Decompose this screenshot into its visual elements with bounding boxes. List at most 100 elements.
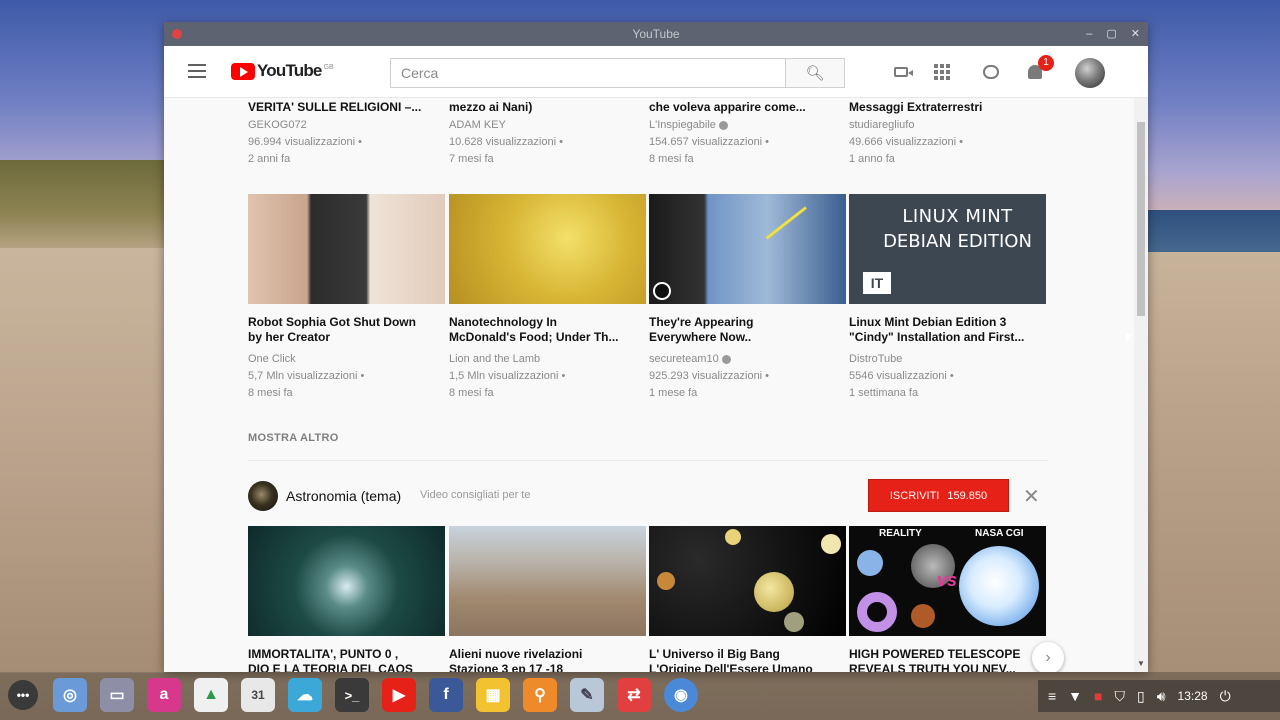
video-title-line[interactable]: HIGH POWERED TELESCOPE (849, 647, 1046, 662)
video-card[interactable]: Nanotechnology In McDonald's Food; Under… (449, 194, 646, 402)
editor-icon[interactable]: ✎ (570, 678, 604, 712)
shield-icon[interactable]: ⛉ (1115, 688, 1126, 705)
power-icon[interactable]: ⏻ (1220, 688, 1231, 705)
channel-name[interactable]: One Click (248, 351, 445, 368)
channel-name[interactable]: studiaregliufo (849, 117, 1046, 134)
window-titlebar[interactable]: YouTube – ▢ ✕ (164, 22, 1148, 46)
video-card[interactable]: mezzo ai Nani) ADAM KEY 10.628 visualizz… (449, 100, 646, 168)
wifi-icon[interactable]: ▼ (1068, 688, 1082, 704)
terminal-icon[interactable]: >_ (335, 678, 369, 712)
tray-menu-icon[interactable]: ≡ (1048, 688, 1056, 704)
video-title-line[interactable]: They're Appearing (649, 315, 846, 330)
video-thumbnail[interactable]: REALITY NASA CGI vs (849, 526, 1046, 636)
video-title-line[interactable]: McDonald's Food; Under Th... (449, 330, 646, 345)
video-title-line[interactable]: Nanotechnology In (449, 315, 646, 330)
video-title[interactable]: mezzo ai Nani) (449, 100, 646, 115)
channel-name[interactable]: ADAM KEY (449, 117, 646, 134)
facebook-icon[interactable]: f (429, 678, 463, 712)
video-title[interactable]: VERITA' SULLE RELIGIONI –... (248, 100, 445, 115)
video-title-line[interactable]: "Cindy" Installation and First... (849, 330, 1046, 345)
video-title-line[interactable]: Everywhere Now.. (649, 330, 846, 345)
video-title-line[interactable]: L'Origine Dell'Essere Umano (649, 662, 846, 672)
image-viewer-icon[interactable]: ▦ (476, 678, 510, 712)
maximize-icon[interactable]: ▢ (1106, 22, 1116, 46)
files-folder-icon[interactable]: ▭ (100, 678, 134, 712)
channel-name[interactable]: GEKOG072 (248, 117, 445, 134)
video-title-line[interactable]: Stazione 3 ep 17 -18 (449, 662, 646, 672)
thumbnail-text: vs (937, 570, 958, 590)
video-card[interactable]: VERITA' SULLE RELIGIONI –... GEKOG072 96… (248, 100, 445, 168)
video-thumbnail[interactable] (649, 526, 846, 636)
video-title-line[interactable]: DIO E LA TEORIA DEL CAOS (248, 662, 445, 672)
channel-name[interactable]: DistroTube (849, 351, 1046, 368)
app-launcher-icon[interactable]: ••• (8, 680, 38, 710)
weather-icon[interactable]: ☁ (288, 678, 322, 712)
calendar-icon[interactable]: 31 (241, 678, 275, 712)
app-icon (172, 29, 182, 39)
app-a-icon[interactable]: a (147, 678, 181, 712)
channel-name[interactable]: L'Inspiegabile (649, 119, 716, 131)
dismiss-shelf-icon[interactable]: ✕ (1023, 484, 1040, 509)
video-thumbnail[interactable] (449, 526, 646, 636)
minimize-icon[interactable]: – (1086, 22, 1092, 46)
close-icon[interactable]: ✕ (1131, 22, 1140, 46)
show-more-button[interactable]: MOSTRA ALTRO (248, 432, 339, 444)
battery-icon[interactable]: ▯ (1137, 688, 1145, 705)
camera-record-icon[interactable]: ■ (1094, 688, 1102, 704)
video-card[interactable]: IMMORTALITA', PUNTO 0 , DIO E LA TEORIA … (248, 526, 445, 672)
channel-name[interactable]: secureteam10 (649, 353, 719, 365)
apps-grid-icon[interactable] (934, 64, 950, 80)
youtube-app-icon[interactable]: ▶ (382, 678, 416, 712)
scroll-down-icon[interactable]: ▼ (1137, 659, 1145, 668)
video-title-line[interactable]: Robot Sophia Got Shut Down (248, 315, 445, 330)
shelf-channel-avatar[interactable] (248, 481, 278, 511)
video-title-line[interactable]: L' Universo il Big Bang (649, 647, 846, 662)
video-title-line[interactable]: IMMORTALITA', PUNTO 0 , (248, 647, 445, 662)
video-thumbnail[interactable] (449, 194, 646, 304)
scrollbar-thumb[interactable] (1137, 122, 1145, 316)
video-card[interactable]: REALITY NASA CGI vs HIGH POWERED TELESCO… (849, 526, 1046, 672)
shelf-next-arrow-icon[interactable]: › (1032, 642, 1064, 672)
video-card[interactable]: che voleva apparire come... L'Inspiegabi… (649, 100, 846, 168)
video-title[interactable]: che voleva apparire come... (649, 100, 846, 115)
browser-search-icon[interactable]: ◎ (53, 678, 87, 712)
create-video-icon[interactable] (890, 62, 913, 82)
video-card[interactable]: LINUX MINT DEBIAN EDITION IT Linux Mint … (849, 194, 1046, 402)
vertical-scrollbar[interactable]: ▼ (1134, 98, 1148, 672)
video-title[interactable]: Messaggi Extraterrestri (849, 100, 1046, 115)
main-content: VERITA' SULLE RELIGIONI –... GEKOG072 96… (164, 98, 1134, 672)
search-input[interactable]: Cerca (390, 58, 785, 88)
video-title-line[interactable]: Alieni nuove rivelazioni (449, 647, 646, 662)
video-card[interactable]: Messaggi Extraterrestri studiaregliufo 4… (849, 100, 1046, 168)
search-button[interactable]: 🔍︎ (785, 58, 845, 88)
chrome-icon[interactable]: ◉ (664, 678, 698, 712)
shelf-title[interactable]: Astronomia (tema) (286, 488, 401, 504)
youtube-logo[interactable]: YouTube GB (231, 61, 334, 81)
window-controls: – ▢ ✕ (1086, 22, 1140, 46)
planet-icon (657, 572, 675, 590)
upload-age: 8 mesi fa (649, 153, 694, 165)
video-thumbnail[interactable] (649, 194, 846, 304)
video-title-line[interactable]: Linux Mint Debian Edition 3 (849, 315, 1046, 330)
video-card[interactable]: Robot Sophia Got Shut Down by her Creato… (248, 194, 445, 402)
drive-icon[interactable]: ▲ (194, 678, 228, 712)
video-thumbnail[interactable]: LINUX MINT DEBIAN EDITION IT (849, 194, 1046, 304)
video-thumbnail[interactable] (248, 194, 445, 304)
view-count: 1,5 Mln visualizzazioni • (449, 370, 566, 382)
switch-app-icon[interactable]: ⇄ (617, 678, 651, 712)
video-thumbnail[interactable] (248, 526, 445, 636)
volume-icon[interactable]: 🔊︎ (1157, 688, 1166, 705)
account-avatar[interactable] (1075, 58, 1105, 88)
subscribe-button[interactable]: ISCRIVITI 159.850 (868, 479, 1009, 512)
video-card[interactable]: L' Universo il Big Bang L'Origine Dell'E… (649, 526, 846, 672)
messages-icon[interactable] (980, 62, 1002, 82)
video-title-line[interactable]: REVEALS TRUTH YOU NEV... (849, 662, 1046, 672)
channel-name[interactable]: Lion and the Lamb (449, 351, 646, 368)
video-card[interactable]: They're Appearing Everywhere Now.. secur… (649, 194, 846, 402)
clock[interactable]: 13:28 (1178, 689, 1208, 703)
search-app-icon[interactable]: ⚲ (523, 678, 557, 712)
menu-icon[interactable] (188, 64, 206, 78)
logo-country: GB (323, 63, 334, 71)
video-title-line[interactable]: by her Creator (248, 330, 445, 345)
video-card[interactable]: Alieni nuove rivelazioni Stazione 3 ep 1… (449, 526, 646, 672)
